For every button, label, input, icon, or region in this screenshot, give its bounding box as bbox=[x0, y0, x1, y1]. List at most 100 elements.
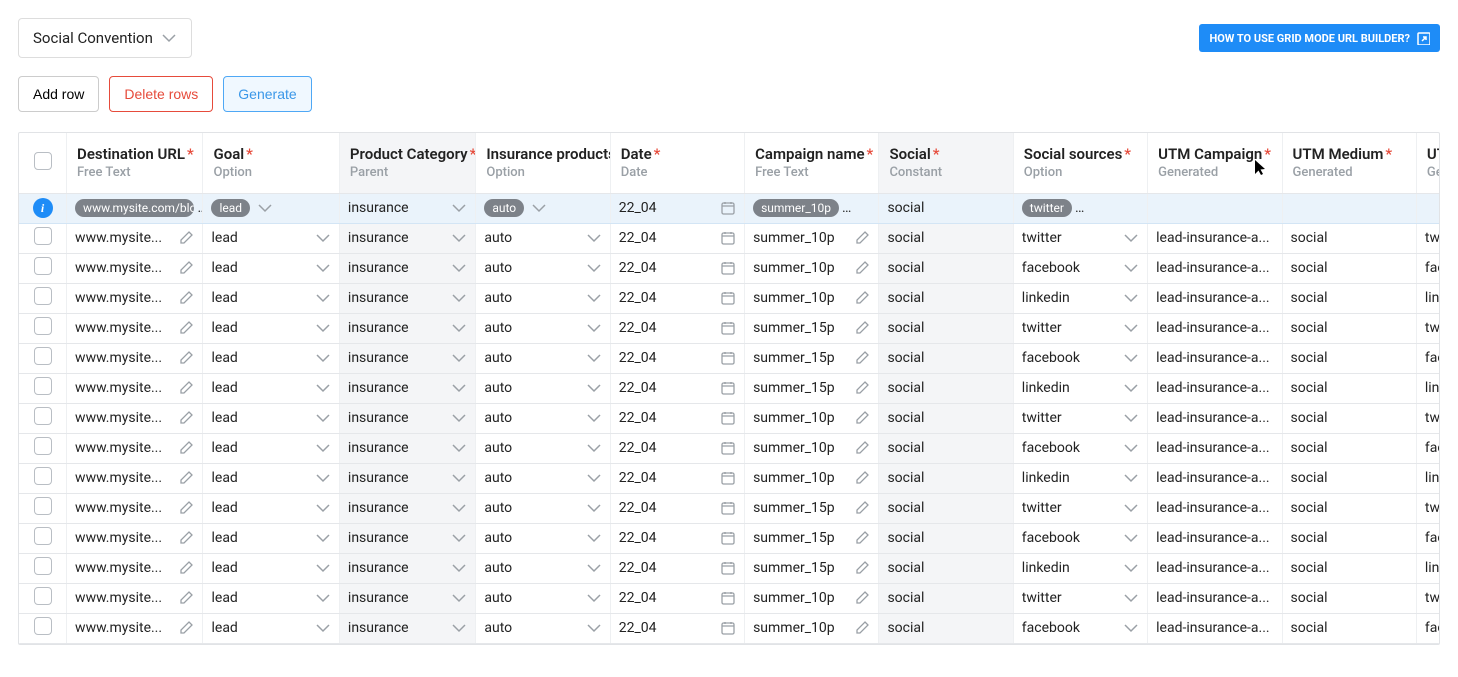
chevron-down-icon[interactable] bbox=[451, 530, 467, 546]
row-checkbox[interactable] bbox=[34, 407, 52, 425]
chevron-down-icon[interactable] bbox=[315, 350, 331, 366]
pencil-icon[interactable] bbox=[854, 560, 870, 576]
cell-source[interactable]: linkedin bbox=[1013, 463, 1147, 493]
cell-goal[interactable]: lead bbox=[203, 283, 339, 313]
pencil-icon[interactable] bbox=[178, 560, 194, 576]
chevron-down-icon[interactable] bbox=[315, 290, 331, 306]
cell-goal[interactable]: lead bbox=[203, 403, 339, 433]
cell-campaign[interactable]: summer_10p bbox=[745, 613, 879, 643]
chevron-down-icon[interactable] bbox=[315, 320, 331, 336]
col-header-3[interactable]: Insurance products Option bbox=[476, 133, 610, 193]
chevron-down-icon[interactable] bbox=[451, 320, 467, 336]
cell-insurance[interactable]: auto bbox=[476, 523, 610, 553]
pencil-icon[interactable] bbox=[178, 290, 194, 306]
cell-insurance[interactable]: auto bbox=[476, 373, 610, 403]
chevron-down-icon[interactable] bbox=[451, 440, 467, 456]
calendar-icon[interactable] bbox=[720, 620, 736, 636]
cell-campaign[interactable]: summer_10p bbox=[745, 463, 879, 493]
chevron-down-icon[interactable] bbox=[315, 500, 331, 516]
pencil-icon[interactable] bbox=[854, 440, 870, 456]
calendar-icon[interactable] bbox=[720, 350, 736, 366]
cell-dest[interactable]: www.mysite... bbox=[67, 553, 203, 583]
cell-goal[interactable]: lead bbox=[203, 253, 339, 283]
cell-insurance[interactable]: auto bbox=[476, 313, 610, 343]
cell-goal[interactable]: lead bbox=[203, 613, 339, 643]
pencil-icon[interactable] bbox=[178, 350, 194, 366]
col-header-1[interactable]: Goal* Option bbox=[203, 133, 339, 193]
cell-goal[interactable]: lead bbox=[203, 583, 339, 613]
row-checkbox[interactable] bbox=[34, 587, 52, 605]
row-checkbox[interactable] bbox=[34, 227, 52, 245]
cell-goal[interactable]: lead bbox=[203, 433, 339, 463]
col-header-0[interactable]: Destination URL* Free Text bbox=[67, 133, 203, 193]
cell-goal[interactable]: lead bbox=[203, 313, 339, 343]
calendar-icon[interactable] bbox=[720, 500, 736, 516]
cell-insurance[interactable]: auto bbox=[476, 553, 610, 583]
cell-source[interactable]: twitter bbox=[1013, 493, 1147, 523]
cell-insurance[interactable]: auto bbox=[476, 343, 610, 373]
pencil-icon[interactable] bbox=[178, 500, 194, 516]
cell-dest[interactable]: www.mysite... bbox=[67, 343, 203, 373]
cell-date[interactable]: 22_04 bbox=[610, 523, 744, 553]
cell-source[interactable]: facebook bbox=[1013, 343, 1147, 373]
cell-campaign[interactable]: summer_15p bbox=[745, 493, 879, 523]
chevron-down-icon[interactable] bbox=[315, 230, 331, 246]
cell-date[interactable]: 22_04 bbox=[610, 223, 744, 253]
row-checkbox[interactable] bbox=[34, 497, 52, 515]
cell-source[interactable]: twitter bbox=[1013, 403, 1147, 433]
pencil-icon[interactable] bbox=[178, 320, 194, 336]
cell-product[interactable]: insurance bbox=[339, 223, 475, 253]
seed-campaign[interactable]: summer_10psummer_ bbox=[745, 193, 879, 223]
cell-goal[interactable]: lead bbox=[203, 373, 339, 403]
chevron-down-icon[interactable] bbox=[315, 470, 331, 486]
cell-goal[interactable]: lead bbox=[203, 493, 339, 523]
chevron-down-icon[interactable] bbox=[1123, 470, 1139, 486]
chevron-down-icon[interactable] bbox=[586, 530, 602, 546]
pencil-icon[interactable] bbox=[854, 380, 870, 396]
cell-product[interactable]: insurance bbox=[339, 553, 475, 583]
cell-campaign[interactable]: summer_10p bbox=[745, 223, 879, 253]
cell-goal[interactable]: lead bbox=[203, 523, 339, 553]
row-checkbox[interactable] bbox=[34, 617, 52, 635]
calendar-icon[interactable] bbox=[720, 260, 736, 276]
cell-campaign[interactable]: summer_10p bbox=[745, 283, 879, 313]
cell-source[interactable]: facebook bbox=[1013, 433, 1147, 463]
convention-selector[interactable]: Social Convention bbox=[18, 18, 192, 58]
row-checkbox[interactable] bbox=[34, 287, 52, 305]
cell-insurance[interactable]: auto bbox=[476, 223, 610, 253]
cell-source[interactable]: facebook bbox=[1013, 253, 1147, 283]
cell-campaign[interactable]: summer_10p bbox=[745, 433, 879, 463]
chevron-down-icon[interactable] bbox=[315, 590, 331, 606]
cell-goal[interactable]: lead bbox=[203, 223, 339, 253]
cell-date[interactable]: 22_04 bbox=[610, 493, 744, 523]
pencil-icon[interactable] bbox=[854, 320, 870, 336]
select-all-checkbox[interactable] bbox=[34, 152, 52, 170]
chevron-down-icon[interactable] bbox=[451, 290, 467, 306]
calendar-icon[interactable] bbox=[720, 440, 736, 456]
cell-product[interactable]: insurance bbox=[339, 523, 475, 553]
cell-campaign[interactable]: summer_15p bbox=[745, 373, 879, 403]
cell-product[interactable]: insurance bbox=[339, 403, 475, 433]
chevron-down-icon[interactable] bbox=[586, 290, 602, 306]
row-checkbox[interactable] bbox=[34, 257, 52, 275]
chevron-down-icon[interactable] bbox=[315, 380, 331, 396]
chevron-down-icon[interactable] bbox=[451, 260, 467, 276]
pencil-icon[interactable] bbox=[854, 530, 870, 546]
pencil-icon[interactable] bbox=[178, 590, 194, 606]
pencil-icon[interactable] bbox=[178, 440, 194, 456]
cell-product[interactable]: insurance bbox=[339, 463, 475, 493]
chevron-down-icon[interactable] bbox=[315, 560, 331, 576]
cell-dest[interactable]: www.mysite... bbox=[67, 373, 203, 403]
cell-product[interactable]: insurance bbox=[339, 613, 475, 643]
cell-campaign[interactable]: summer_10p bbox=[745, 583, 879, 613]
row-checkbox[interactable] bbox=[34, 557, 52, 575]
row-checkbox[interactable] bbox=[34, 377, 52, 395]
cell-source[interactable]: linkedin bbox=[1013, 373, 1147, 403]
cell-date[interactable]: 22_04 bbox=[610, 253, 744, 283]
chevron-down-icon[interactable] bbox=[1123, 380, 1139, 396]
cell-product[interactable]: insurance bbox=[339, 343, 475, 373]
cell-product[interactable]: insurance bbox=[339, 373, 475, 403]
chevron-down-icon[interactable] bbox=[1123, 500, 1139, 516]
cell-insurance[interactable]: auto bbox=[476, 253, 610, 283]
cell-product[interactable]: insurance bbox=[339, 493, 475, 523]
